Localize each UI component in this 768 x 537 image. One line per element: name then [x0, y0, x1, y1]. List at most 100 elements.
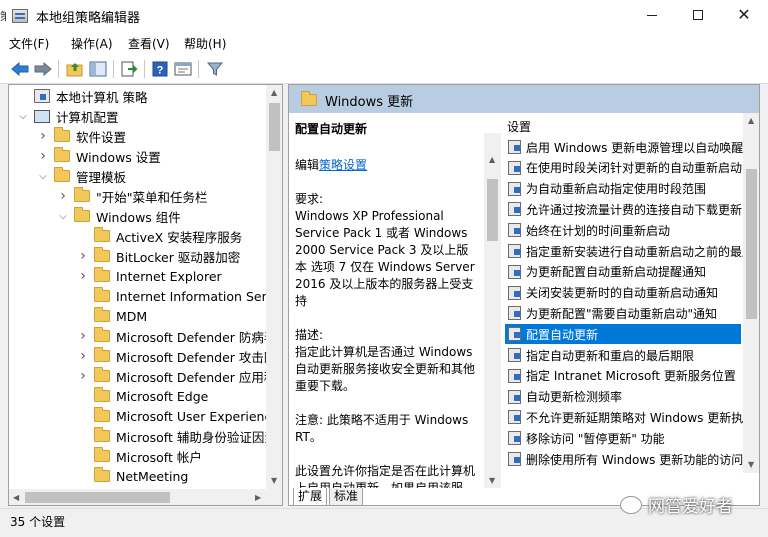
tree-item[interactable]: › Microsoft Defender 应用程 — [77, 366, 276, 386]
list-item-selected[interactable]: 配置自动更新 — [505, 324, 741, 345]
chevron-right-icon[interactable]: › — [77, 348, 89, 364]
description-scrollbar[interactable]: ▲ ▼ — [484, 133, 501, 488]
settings-list[interactable]: 设置 启用 Windows 更新电源管理以自动唤醒 在使用时段关闭针对更新的自动重… — [503, 113, 759, 473]
folder-icon — [94, 347, 110, 362]
chevron-right-icon[interactable]: › — [37, 128, 49, 144]
chevron-down-icon[interactable]: ⌵ — [57, 210, 69, 222]
scroll-thumb[interactable] — [487, 179, 498, 241]
settings-count: 35 个设置 — [10, 515, 66, 529]
scroll-down-icon[interactable]: ▼ — [489, 476, 495, 485]
menu-file[interactable]: 文件(F) — [9, 35, 49, 52]
tree-item[interactable]: Microsoft Edge — [77, 386, 208, 406]
tree-item-label: Microsoft Defender 应用程 — [116, 369, 277, 385]
chevron-down-icon[interactable]: ⌵ — [17, 110, 29, 122]
chevron-right-icon[interactable]: › — [77, 328, 89, 344]
navigation-tree[interactable]: 本地计算机 策略 ⌵ 计算机配置 › 软件设置 › Windows 设置 ⌵ 管理模板 › "开始"… — [8, 84, 283, 506]
tree-item[interactable]: ActiveX 安装程序服务 — [77, 226, 242, 246]
scroll-right-icon[interactable]: ▶ — [255, 493, 261, 502]
filter-button[interactable] — [205, 59, 225, 79]
tree-item[interactable]: NetMeeting — [77, 466, 188, 486]
tree-item[interactable]: Microsoft 帐户 — [77, 446, 202, 466]
list-item[interactable]: 为更新配置"需要自动重新启动"通知 — [505, 303, 741, 323]
back-button[interactable] — [10, 59, 30, 79]
tree-item[interactable]: › Internet Explorer — [77, 266, 222, 286]
scroll-left-icon[interactable]: ◀ — [13, 493, 19, 502]
export-list-button[interactable] — [119, 59, 139, 79]
menu-help[interactable]: 帮助(H) — [184, 35, 226, 52]
tree-item[interactable]: › BitLocker 驱动器加密 — [77, 246, 240, 266]
menu-action[interactable]: 操作(A) — [71, 35, 113, 52]
settings-list-scrollbar[interactable]: ▲ ▼ — [743, 113, 759, 473]
scroll-thumb[interactable] — [746, 169, 757, 319]
tree-item[interactable]: › Microsoft Defender 防病毒 — [77, 326, 276, 346]
scroll-thumb[interactable] — [269, 103, 280, 151]
folder-icon — [54, 147, 70, 162]
tree-item[interactable]: › 软件设置 — [37, 126, 126, 146]
list-item[interactable]: 为自动重新启动指定使用时段范围 — [505, 179, 741, 199]
list-item[interactable]: 指定自动更新和重启的最后期限 — [505, 345, 741, 365]
tab-extended[interactable]: 扩展 — [293, 488, 328, 505]
scroll-up-icon[interactable]: ▲ — [748, 116, 754, 125]
list-item[interactable]: 关闭安装更新时的自动重新启动通知 — [505, 283, 741, 303]
tree-item[interactable]: Microsoft User Experience — [77, 406, 279, 426]
scroll-up-icon[interactable]: ▲ — [489, 155, 495, 164]
list-item[interactable]: 在使用时段关闭针对更新的自动重新启动 — [505, 158, 742, 178]
close-button[interactable]: ✕ — [721, 0, 767, 32]
tree-horizontal-scrollbar[interactable]: ◀ ▶ — [9, 489, 282, 505]
tree-item[interactable]: ⌵ 计算机配置 — [17, 106, 119, 126]
list-item[interactable]: 指定重新安装进行自动重新启动之前的最后期限 — [505, 241, 759, 261]
list-item[interactable]: 允许通过按流量计费的连接自动下载更新 — [505, 199, 743, 219]
tree-item[interactable]: ⌵ 管理模板 — [37, 166, 126, 186]
list-item[interactable]: 指定 Intranet Microsoft 更新服务位置 — [505, 366, 741, 386]
setting-label: 为更新配置"需要自动重新启动"通知 — [526, 306, 718, 321]
tree-item[interactable]: MDM — [77, 306, 147, 326]
tree-item[interactable]: 本地计算机 策略 — [17, 86, 147, 106]
show-hide-tree-icon — [89, 61, 107, 77]
policy-setting-icon — [508, 368, 521, 383]
list-item[interactable]: 始终在计划的时间重新启动 — [505, 220, 741, 240]
forward-button[interactable] — [33, 59, 53, 79]
menu-bar: 文件(F) 操作(A) 查看(V) 帮助(H) — [0, 32, 768, 54]
list-item[interactable]: 启用 Windows 更新电源管理以自动唤醒 — [505, 137, 743, 157]
tree-item-label: MDM — [116, 308, 148, 324]
scroll-down-icon[interactable]: ▼ — [271, 476, 277, 485]
tree-item[interactable]: › Windows 设置 — [37, 146, 161, 166]
properties-button[interactable] — [173, 59, 193, 79]
edit-policy-settings-link[interactable]: 策略设置 — [319, 158, 367, 172]
tree-item[interactable]: ⌵ Windows 组件 — [57, 206, 181, 226]
menu-view[interactable]: 查看(V) — [128, 35, 170, 52]
tree-vertical-scrollbar[interactable]: ▲ ▼ — [266, 85, 282, 489]
settings-column-header[interactable]: 设置 — [507, 118, 531, 135]
tab-standard[interactable]: 标准 — [329, 488, 364, 505]
chevron-right-icon[interactable]: › — [37, 148, 49, 164]
scroll-down-icon[interactable]: ▼ — [748, 460, 754, 469]
setting-label: 允许通过按流量计费的连接自动下载更新 — [526, 202, 743, 217]
chevron-right-icon[interactable]: › — [77, 368, 89, 384]
tree-item[interactable]: › Microsoft Defender 攻击防 — [77, 346, 276, 366]
list-item[interactable]: 移除访问 "暂停更新" 功能 — [505, 428, 741, 448]
maximize-button[interactable] — [675, 0, 721, 32]
scroll-thumb[interactable] — [25, 492, 170, 503]
list-item[interactable]: 删除使用所有 Windows 更新功能的访问权限 — [505, 449, 759, 469]
chevron-right-icon[interactable]: › — [77, 248, 89, 264]
chevron-down-icon[interactable]: ⌵ — [37, 170, 49, 182]
tree-item[interactable]: Internet Information Servic — [77, 286, 282, 306]
tree-item[interactable]: Microsoft 辅助身份验证因素 — [77, 426, 277, 446]
minimize-button[interactable] — [629, 0, 675, 32]
policy-setting-icon — [508, 140, 521, 154]
scroll-up-icon[interactable]: ▲ — [271, 88, 277, 97]
setting-label: 指定自动更新和重启的最后期限 — [526, 348, 695, 363]
tree-item[interactable]: › "开始"菜单和任务栏 — [57, 186, 208, 206]
up-one-level-button[interactable] — [65, 59, 85, 79]
chevron-right-icon[interactable]: › — [57, 188, 69, 204]
list-item[interactable]: 不允许更新延期策略对 Windows 更新执行扫描 — [505, 407, 759, 427]
list-item[interactable]: 自动更新检测频率 — [505, 387, 741, 407]
list-item[interactable]: 为更新配置自动重新启动提醒通知 — [505, 262, 741, 282]
maximize-icon — [693, 10, 703, 20]
folder-icon — [94, 327, 110, 342]
show-hide-tree-button[interactable] — [88, 59, 108, 79]
help-button[interactable]: ? — [150, 59, 170, 79]
chevron-right-icon[interactable]: › — [77, 268, 89, 284]
